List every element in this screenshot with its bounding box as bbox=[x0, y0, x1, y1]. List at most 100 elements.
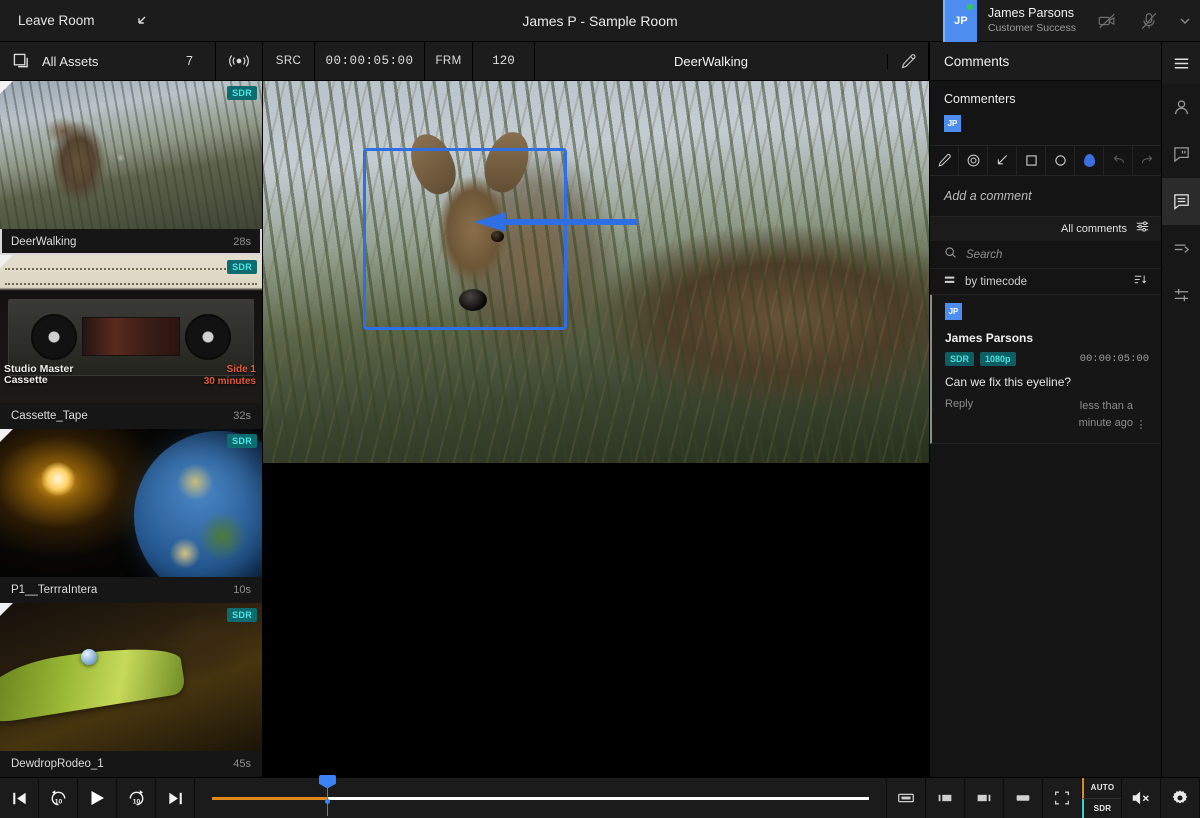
collapse-arrow-icon[interactable] bbox=[133, 12, 151, 30]
commenters-section: Commenters JP bbox=[930, 81, 1161, 146]
comments-search-row[interactable]: Search bbox=[930, 241, 1161, 269]
filter-icon[interactable] bbox=[1136, 220, 1149, 238]
resolution-badge: 1080p bbox=[980, 352, 1016, 366]
broadcast-icon[interactable] bbox=[215, 42, 262, 81]
right-rail bbox=[1161, 42, 1200, 777]
comment-item[interactable]: JP James Parsons SDR 1080p 00:00:05:00 C… bbox=[930, 295, 1161, 444]
asset-duration: 28s bbox=[233, 236, 251, 248]
filter-label[interactable]: All comments bbox=[1061, 223, 1127, 235]
thumbnail-art-cassette: Studio MasterCassette Side 130 minutes bbox=[0, 255, 262, 403]
asset-thumbnail: Studio MasterCassette Side 130 minutes S… bbox=[0, 255, 262, 403]
frame-label[interactable]: FRM bbox=[425, 42, 473, 81]
list-item[interactable]: Studio MasterCassette Side 130 minutes S… bbox=[0, 255, 262, 429]
single-view-icon[interactable] bbox=[887, 778, 926, 818]
comments-icon[interactable] bbox=[1162, 178, 1200, 225]
split-right-view-icon[interactable] bbox=[965, 778, 1004, 818]
corner-marker-icon bbox=[0, 255, 13, 268]
thumbnail-art-earth bbox=[0, 429, 262, 577]
add-comment-input[interactable]: Add a comment bbox=[930, 176, 1161, 217]
skip-end-icon[interactable] bbox=[156, 778, 195, 818]
mic-off-icon[interactable] bbox=[1128, 0, 1170, 42]
reply-button[interactable]: Reply bbox=[945, 398, 973, 410]
timecode-display[interactable]: 00:00:05:00 bbox=[315, 42, 425, 81]
play-icon[interactable] bbox=[78, 778, 117, 818]
forward-10-icon[interactable]: 10 bbox=[117, 778, 156, 818]
corner-marker-icon bbox=[0, 603, 13, 616]
timeline-progress bbox=[212, 797, 327, 800]
search-input[interactable]: Search bbox=[966, 249, 1002, 261]
quality-selector[interactable]: AUTO SDR bbox=[1082, 778, 1122, 818]
player-header: SRC 00:00:05:00 FRM 120 DeerWalking bbox=[263, 42, 929, 81]
cassette-window bbox=[82, 317, 180, 356]
earth-globe bbox=[134, 431, 262, 577]
presence-dot bbox=[967, 4, 973, 10]
chevron-down-icon[interactable] bbox=[1170, 0, 1200, 42]
list-icon bbox=[944, 273, 956, 291]
comment-menu-icon[interactable]: ⋮ bbox=[1133, 418, 1149, 431]
list-item[interactable]: SDR DeerWalking 28s bbox=[0, 81, 262, 255]
people-icon[interactable] bbox=[1162, 84, 1200, 131]
redo-icon[interactable] bbox=[1133, 146, 1161, 175]
avatar-initials: JP bbox=[954, 15, 967, 27]
cassette-label-right: Side 130 minutes bbox=[204, 364, 256, 387]
assets-count: 7 bbox=[186, 54, 215, 68]
annotation-rectangle[interactable] bbox=[363, 148, 567, 330]
cassette-line-top bbox=[5, 268, 257, 270]
corner-marker-icon bbox=[0, 81, 13, 94]
square-icon[interactable] bbox=[1017, 146, 1046, 175]
sort-label[interactable]: by timecode bbox=[965, 276, 1125, 288]
annotation-arrow[interactable] bbox=[472, 211, 637, 235]
user-chip[interactable]: JP James Parsons Customer Success bbox=[943, 0, 1086, 42]
commenter-avatar[interactable]: JP bbox=[944, 115, 961, 132]
hamburger-menu-icon[interactable] bbox=[1162, 42, 1200, 84]
adjustments-icon[interactable] bbox=[1162, 272, 1200, 319]
playhead[interactable] bbox=[327, 778, 329, 816]
asset-list: SDR DeerWalking 28s bbox=[0, 81, 262, 777]
user-role: Customer Success bbox=[988, 22, 1076, 35]
circle-icon[interactable] bbox=[1046, 146, 1075, 175]
color-drop-icon[interactable] bbox=[1075, 146, 1104, 175]
quality-sdr[interactable]: SDR bbox=[1082, 799, 1121, 818]
arrow-down-left-icon[interactable] bbox=[988, 146, 1017, 175]
layers-icon[interactable] bbox=[0, 53, 42, 70]
list-item[interactable]: SDR DewdropRodeo_1 45s bbox=[0, 603, 262, 777]
comment-timestamp: less than a minute ago bbox=[1047, 398, 1133, 431]
target-icon[interactable] bbox=[959, 146, 988, 175]
top-bar: Leave Room James P - Sample Room JP Jame… bbox=[0, 0, 1200, 42]
fullscreen-icon[interactable] bbox=[1043, 778, 1082, 818]
pencil-icon[interactable] bbox=[930, 146, 959, 175]
back-10-icon[interactable]: 10 bbox=[39, 778, 78, 818]
frame-count[interactable]: 120 bbox=[473, 42, 535, 81]
quote-bubble-icon[interactable] bbox=[1162, 131, 1200, 178]
gear-icon[interactable] bbox=[1161, 778, 1200, 818]
timeline-track[interactable] bbox=[212, 797, 869, 800]
timeline-scrubber[interactable] bbox=[195, 778, 887, 818]
transfer-icon[interactable] bbox=[1162, 225, 1200, 272]
video-frame bbox=[263, 81, 929, 463]
asset-name: Cassette_Tape bbox=[11, 410, 88, 422]
video-stage[interactable] bbox=[263, 81, 929, 777]
playhead-handle[interactable] bbox=[319, 775, 336, 789]
status-badge: SDR bbox=[227, 608, 257, 622]
list-item[interactable]: SDR P1__TerrraIntera 10s bbox=[0, 429, 262, 603]
pencil-icon[interactable] bbox=[888, 42, 929, 81]
water-droplet bbox=[81, 649, 97, 665]
wide-view-icon[interactable] bbox=[1004, 778, 1043, 818]
asset-name: DeerWalking bbox=[11, 236, 76, 248]
sort-desc-icon[interactable] bbox=[1134, 273, 1147, 291]
quality-auto[interactable]: AUTO bbox=[1082, 778, 1121, 799]
split-left-view-icon[interactable] bbox=[926, 778, 965, 818]
skip-start-icon[interactable] bbox=[0, 778, 39, 818]
corner-marker-icon bbox=[0, 429, 13, 442]
comments-sort-row[interactable]: by timecode bbox=[930, 269, 1161, 295]
leave-room-button[interactable]: Leave Room bbox=[0, 13, 95, 28]
undo-icon[interactable] bbox=[1104, 146, 1133, 175]
comment-timecode: 00:00:05:00 bbox=[1080, 353, 1149, 365]
sun-flare bbox=[41, 462, 75, 496]
volume-mute-icon[interactable] bbox=[1122, 778, 1161, 818]
source-label[interactable]: SRC bbox=[263, 42, 315, 81]
annotation-toolbar bbox=[930, 146, 1161, 176]
top-bar-right: JP James Parsons Customer Success bbox=[943, 0, 1200, 42]
camera-off-icon[interactable] bbox=[1086, 0, 1128, 42]
asset-footer: Cassette_Tape 32s bbox=[0, 403, 262, 429]
